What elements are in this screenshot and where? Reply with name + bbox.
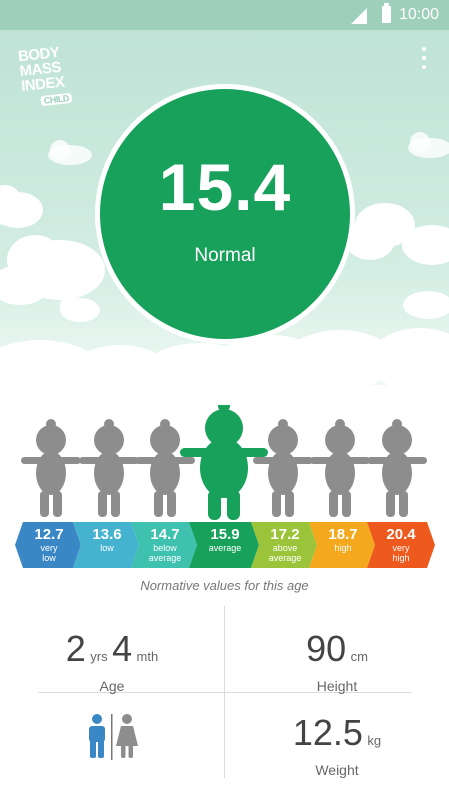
scale-very-low: 12.7 very low: [34, 526, 64, 564]
signal-icon: [351, 8, 367, 24]
scale-below-average: 14.7 below average: [148, 526, 182, 564]
child-figures: [0, 405, 449, 520]
app-logo: BODY MASS INDEX CHILD: [17, 43, 82, 107]
bmi-category: Normal: [194, 245, 256, 266]
weight-caption: Weight: [315, 762, 359, 778]
bmi-value: 15.4: [158, 150, 292, 224]
scale-average: 15.9 average: [208, 526, 242, 554]
age-cell[interactable]: 2 yrs 4 mth Age: [0, 628, 224, 694]
bmi-scale: 12.7 very low 13.6 low 14.7 below average 1…: [15, 522, 435, 568]
figure-below-average: [135, 419, 195, 517]
age-months-unit: mth: [136, 649, 159, 664]
figure-low: [79, 419, 139, 517]
gender-cell[interactable]: [0, 714, 224, 765]
age-years-unit: yrs: [90, 649, 108, 664]
scale-above-average: 17.2 above average: [268, 526, 302, 564]
height-unit: cm: [350, 649, 368, 664]
girl-icon: [116, 714, 138, 758]
age-caption: Age: [99, 678, 125, 694]
age-months: 4: [112, 628, 133, 669]
figure-above-average: [253, 419, 313, 517]
weight-cell[interactable]: 12.5 kg Weight: [225, 712, 449, 778]
scale-low: 13.6 low: [92, 526, 122, 554]
figure-very-high: [367, 419, 427, 517]
figure-very-low: [21, 419, 81, 517]
weight-value: 12.5: [292, 712, 363, 753]
status-time: 10:00: [398, 6, 439, 23]
height-caption: Height: [316, 678, 358, 694]
gender-toggle[interactable]: [82, 714, 142, 760]
battery-icon: [382, 3, 391, 23]
bmi-result-circle: 15.4 Normal: [95, 84, 355, 344]
normative-caption: Normative values for this age: [140, 578, 309, 593]
weight-unit: kg: [367, 733, 382, 748]
stats-grid: 2 yrs 4 mth Age 90 cm Height 12.5 kg Wei…: [0, 600, 449, 800]
scale-high: 18.7 high: [328, 526, 358, 554]
height-cell[interactable]: 90 cm Height: [225, 628, 449, 694]
figure-high: [310, 419, 370, 517]
age-years: 2: [65, 628, 86, 669]
status-bar: 10:00: [0, 0, 449, 30]
bmi-result-inner: 15.4 Normal: [100, 89, 350, 339]
scale-very-high: 20.4 very high: [386, 526, 416, 564]
boy-icon: [89, 714, 105, 758]
overflow-menu-icon[interactable]: [414, 44, 434, 72]
height-value: 90: [306, 628, 347, 669]
